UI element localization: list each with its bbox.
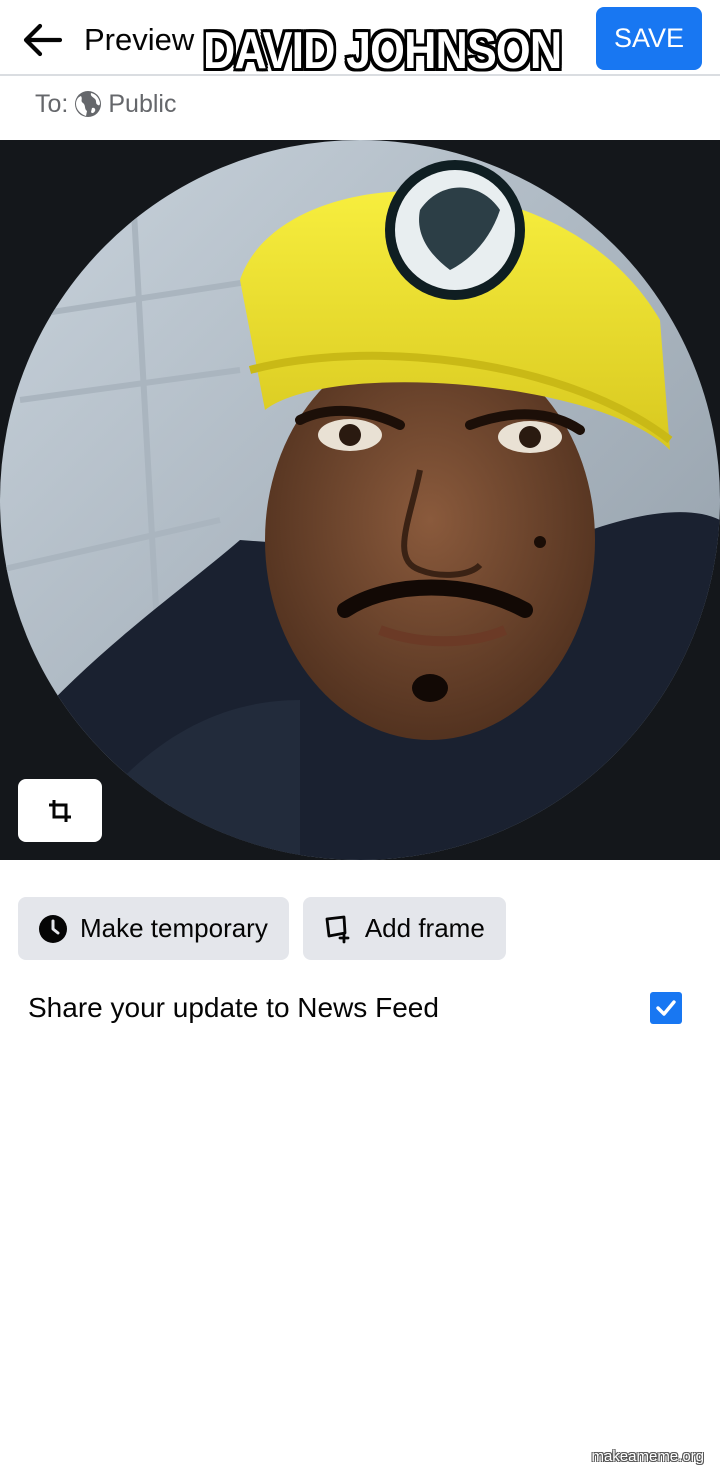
watermark: makeameme.org xyxy=(591,1448,704,1465)
share-to-feed-checkbox[interactable] xyxy=(650,992,682,1024)
save-button[interactable]: SAVE xyxy=(596,7,702,70)
make-temporary-button[interactable]: Make temporary xyxy=(18,897,289,960)
share-to-feed-label: Share your update to News Feed xyxy=(28,992,439,1023)
make-temporary-label: Make temporary xyxy=(80,913,268,943)
back-button[interactable] xyxy=(18,18,66,62)
page-title: Preview xyxy=(84,22,195,57)
arrow-left-icon xyxy=(23,23,62,57)
clock-icon xyxy=(38,914,68,944)
audience-selector[interactable]: To: Public xyxy=(35,86,176,122)
audience-prefix: To: xyxy=(35,89,69,118)
meme-caption: DAVID JOHNSON xyxy=(203,22,562,80)
photo-preview xyxy=(0,140,720,860)
crop-button[interactable] xyxy=(18,779,102,842)
audience-value: Public xyxy=(108,89,177,118)
share-to-feed-row[interactable]: Share your update to News Feed xyxy=(28,985,682,1031)
globe-icon xyxy=(74,90,102,118)
frame-icon xyxy=(323,914,353,944)
photo-actions: Make temporary Add frame xyxy=(18,897,506,960)
checkmark-icon xyxy=(656,1000,676,1016)
add-frame-button[interactable]: Add frame xyxy=(302,897,506,960)
crop-icon xyxy=(49,799,71,822)
add-frame-label: Add frame xyxy=(364,913,485,943)
profile-photo[interactable] xyxy=(0,140,720,860)
